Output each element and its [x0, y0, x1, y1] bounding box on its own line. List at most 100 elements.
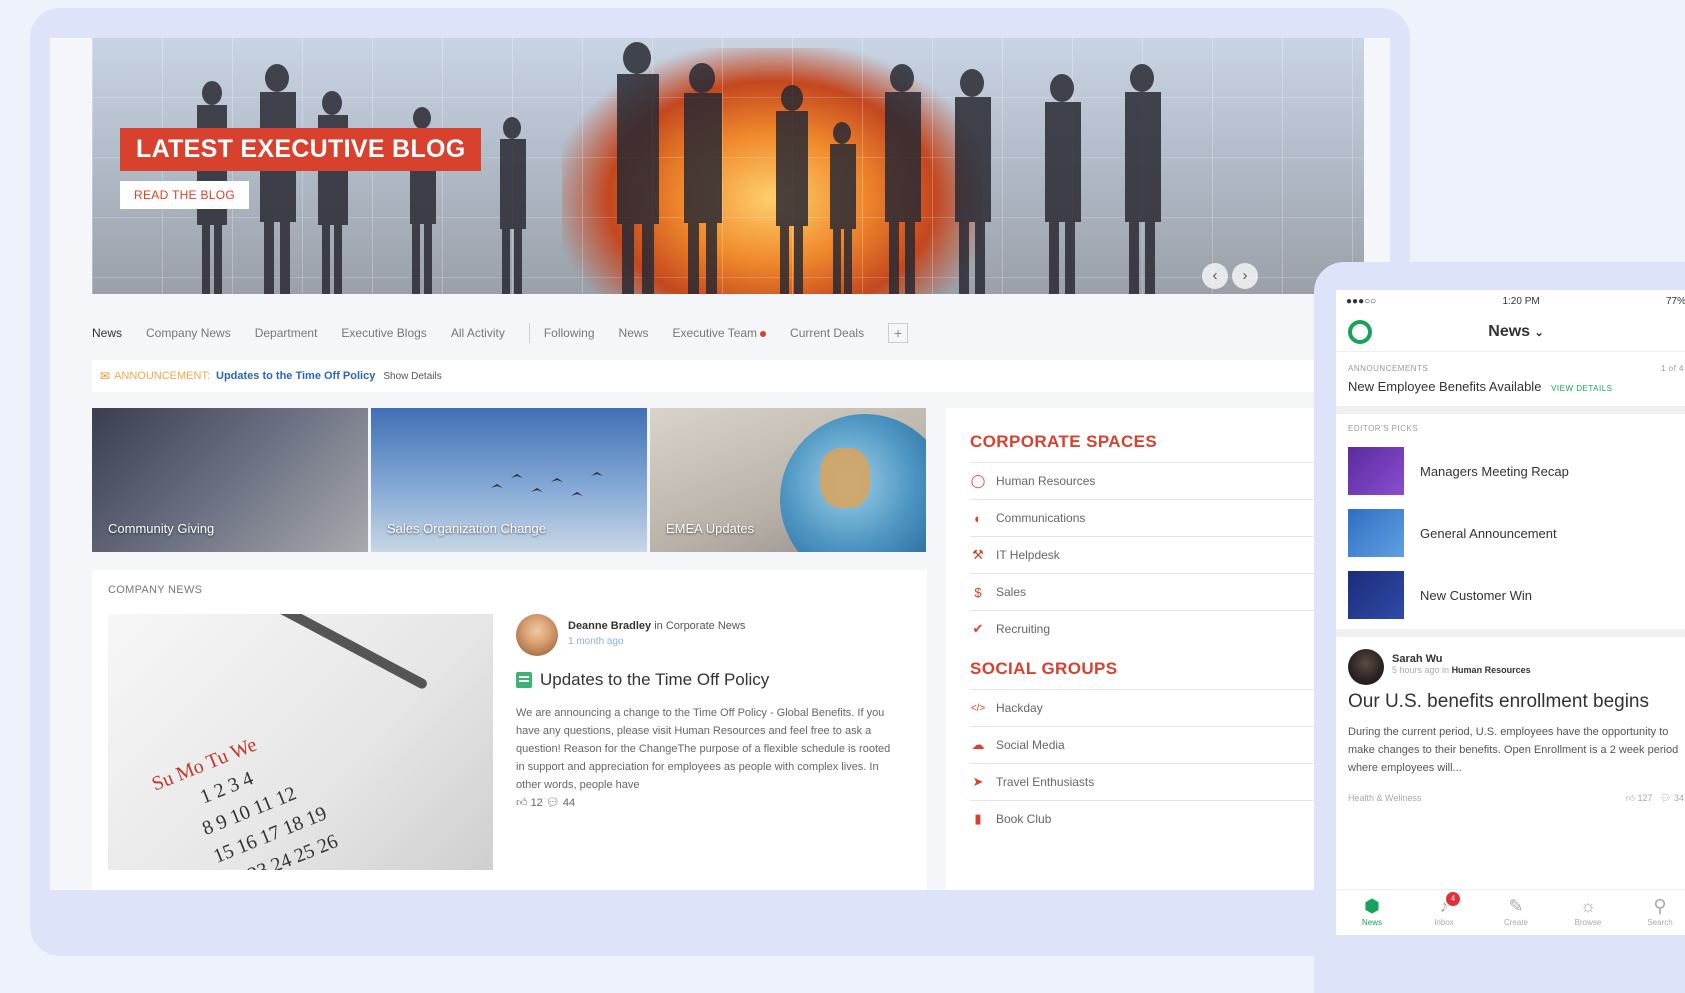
mobile-post-tag[interactable]: Health & Wellness — [1348, 793, 1421, 804]
author-name[interactable]: Deanne Bradley — [568, 620, 651, 632]
calendar-illustration: Su Mo Tu We 1 2 3 4 8 9 10 11 12 15 16 1… — [149, 614, 427, 870]
add-tab-button[interactable]: + — [888, 323, 909, 343]
corporate-spaces-title: CORPORATE SPACES — [970, 432, 1158, 451]
tabbar-label: News — [1361, 918, 1382, 927]
post-body: We are announcing a change to the Time O… — [516, 707, 891, 791]
chevron-down-icon: ⌄ — [1534, 326, 1544, 339]
read-the-blog-button[interactable]: READ THE BLOG — [120, 181, 250, 209]
mobile-header: News ⌄ — [1336, 312, 1685, 352]
tile-caption: Community Giving — [108, 521, 215, 536]
dollar-icon: $ — [974, 584, 982, 600]
group-label: Hackday — [996, 701, 1043, 715]
post-timestamp: 1 month ago — [568, 636, 624, 647]
company-news-heading: COMPANY NEWS — [108, 584, 203, 596]
globe-land — [820, 448, 870, 508]
battery-indicator: 77% — [1665, 295, 1685, 307]
post-author-line: Deanne Bradley in Corporate News — [568, 620, 745, 632]
group-item-travel-enthusiasts[interactable]: ➤ Travel Enthusiasts — [970, 763, 1372, 800]
tab-all-activity[interactable]: All Activity — [451, 326, 505, 340]
tile-emea-updates[interactable]: EMEA Updates — [650, 408, 926, 552]
tab-news[interactable]: News — [92, 326, 122, 340]
status-bar: ●●●○○ 1:20 PM 77% — [1336, 290, 1685, 312]
group-item-social-media[interactable]: ☁ Social Media — [970, 726, 1372, 763]
tile-community-giving[interactable]: Community Giving — [92, 408, 368, 552]
bell-icon: ♪ — [1439, 896, 1449, 916]
mobile-announcement[interactable]: New Employee Benefits Available VIEW DET… — [1348, 379, 1684, 394]
comment-count: 44 — [562, 797, 576, 809]
space-label: Communications — [996, 511, 1086, 525]
mobile-screen: ●●●○○ 1:20 PM 77% News ⌄ ANNOUNCEMENTS 1… — [1336, 290, 1685, 935]
mobile-announcement-text: New Employee Benefits Available — [1348, 379, 1542, 394]
tab-company-news[interactable]: Company News — [146, 326, 231, 340]
comment-icon[interactable]: 💬︎ — [546, 797, 560, 809]
tabbar-search[interactable]: ⚲ Search — [1624, 890, 1685, 935]
space-item-recruiting[interactable]: ✔ Recruiting — [970, 610, 1372, 647]
space-item-it-helpdesk[interactable]: ⚒ IT Helpdesk — [970, 536, 1372, 573]
pick-item[interactable]: General Announcement — [1348, 509, 1684, 557]
tab-divider — [528, 323, 530, 343]
hero-banner: LATEST EXECUTIVE BLOG READ THE BLOG ‹ › — [92, 38, 1364, 294]
group-item-book-club[interactable]: ▮ Book Club — [970, 800, 1372, 837]
pick-item[interactable]: New Customer Win — [1348, 571, 1684, 619]
author-space[interactable]: Corporate News — [666, 620, 745, 632]
tab-news-2[interactable]: News — [619, 326, 649, 340]
space-item-human-resources[interactable]: ◯ Human Resources — [970, 462, 1372, 499]
space-item-communications[interactable]: ◐ Communications — [970, 499, 1372, 536]
mobile-post-space[interactable]: Human Resources — [1452, 665, 1531, 675]
space-label: Sales — [996, 585, 1027, 599]
tabbar-news[interactable]: ⬢ News — [1336, 890, 1408, 935]
tab-department[interactable]: Department — [255, 326, 318, 340]
space-item-sales[interactable]: $ Sales — [970, 573, 1372, 610]
carousel-next-icon[interactable]: › — [1232, 263, 1258, 289]
mobile-announcements: ANNOUNCEMENTS 1 of 4 New Employee Benefi… — [1336, 352, 1685, 414]
avatar[interactable] — [1348, 649, 1384, 685]
news-tabs: News Company News Department Executive B… — [92, 318, 909, 348]
tabbar-inbox[interactable]: ♪ 4 Inbox — [1408, 890, 1480, 935]
paper-plane-icon: ➤ — [972, 774, 984, 789]
like-icon[interactable]: 👍︎ — [516, 797, 528, 809]
pick-item[interactable]: Managers Meeting Recap — [1348, 447, 1684, 495]
calendar-image[interactable]: Su Mo Tu We 1 2 3 4 8 9 10 11 12 15 16 1… — [108, 614, 493, 870]
comment-icon[interactable]: 💬︎ — [1660, 793, 1671, 803]
pick-thumbnail — [1348, 571, 1404, 619]
mobile-comment-count: 34 — [1673, 793, 1684, 803]
tab-executive-team[interactable]: Executive Team — [673, 326, 767, 340]
featured-tiles: Community Giving Sales Organization Chan… — [92, 408, 926, 552]
headset-icon: ◐ — [974, 510, 982, 526]
tile-sales-organization-change[interactable]: Sales Organization Change — [371, 408, 647, 552]
search-icon: ⚲ — [1653, 896, 1667, 916]
avatar[interactable] — [516, 614, 558, 656]
like-icon[interactable]: 👍︎ — [1626, 793, 1635, 803]
editors-picks: EDITOR'S PICKS Managers Meeting Recap Ge… — [1336, 414, 1685, 637]
post-title-row[interactable]: Updates to the Time Off Policy — [516, 670, 769, 690]
pick-label: General Announcement — [1420, 525, 1557, 541]
compass-icon: ☼ — [1579, 896, 1597, 916]
mobile-post[interactable]: Sarah Wu 5 hours ago in Human Resources … — [1336, 637, 1685, 816]
view-details-link[interactable]: VIEW DETAILS — [1551, 384, 1612, 393]
tabbar-create[interactable]: ✎ Create — [1480, 890, 1552, 935]
mobile-post-author[interactable]: Sarah Wu — [1348, 649, 1684, 665]
author-in: in — [654, 620, 663, 632]
pick-label: New Customer Win — [1420, 587, 1532, 603]
mobile-title[interactable]: News ⌄ — [1488, 323, 1543, 341]
show-details-link[interactable]: Show Details — [383, 371, 441, 382]
unread-dot — [760, 330, 767, 337]
group-item-hackday[interactable]: </> Hackday — [970, 689, 1372, 726]
pick-thumbnail — [1348, 509, 1404, 557]
announcement-bar: ✉ ANNOUNCEMENT: Updates to the Time Off … — [92, 360, 1390, 392]
tab-following[interactable]: Following — [544, 326, 595, 340]
mobile-title-label: News — [1488, 322, 1531, 340]
group-label: Book Club — [996, 812, 1052, 826]
tab-current-deals[interactable]: Current Deals — [790, 326, 864, 340]
checkmark-icon: ✔ — [972, 621, 984, 636]
signal-indicator: ●●●○○ — [1346, 295, 1377, 307]
announcement-link[interactable]: Updates to the Time Off Policy — [216, 370, 375, 382]
tile-caption: Sales Organization Change — [387, 521, 546, 536]
mobile-post-ago: 5 hours ago in — [1392, 665, 1450, 675]
app-logo-icon[interactable] — [1348, 320, 1372, 344]
space-label: Recruiting — [996, 622, 1051, 636]
tabbar-label: Browse — [1574, 918, 1602, 927]
carousel-prev-icon[interactable]: ‹ — [1202, 263, 1228, 289]
tabbar-browse[interactable]: ☼ Browse — [1552, 890, 1624, 935]
tab-executive-blogs[interactable]: Executive Blogs — [341, 326, 426, 340]
